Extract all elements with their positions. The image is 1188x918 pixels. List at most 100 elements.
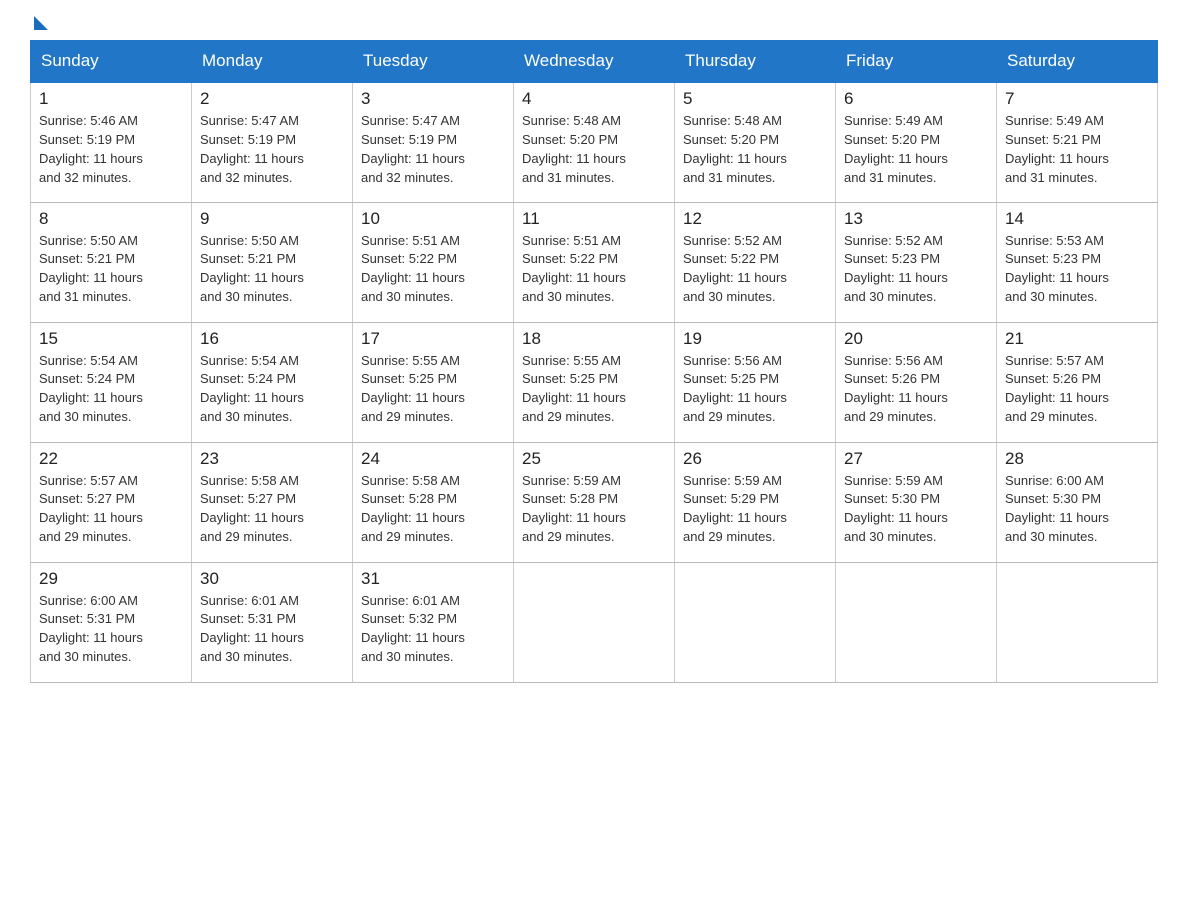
header-sunday: Sunday <box>31 41 192 83</box>
day-info: Sunrise: 5:54 AM Sunset: 5:24 PM Dayligh… <box>39 352 183 427</box>
day-info: Sunrise: 6:00 AM Sunset: 5:30 PM Dayligh… <box>1005 472 1149 547</box>
calendar-cell: 19 Sunrise: 5:56 AM Sunset: 5:25 PM Dayl… <box>675 322 836 442</box>
day-info: Sunrise: 5:56 AM Sunset: 5:25 PM Dayligh… <box>683 352 827 427</box>
header-thursday: Thursday <box>675 41 836 83</box>
day-number: 24 <box>361 449 505 469</box>
day-info: Sunrise: 5:50 AM Sunset: 5:21 PM Dayligh… <box>39 232 183 307</box>
calendar-week-row: 29 Sunrise: 6:00 AM Sunset: 5:31 PM Dayl… <box>31 562 1158 682</box>
day-info: Sunrise: 5:48 AM Sunset: 5:20 PM Dayligh… <box>683 112 827 187</box>
calendar-cell: 18 Sunrise: 5:55 AM Sunset: 5:25 PM Dayl… <box>514 322 675 442</box>
calendar-cell: 5 Sunrise: 5:48 AM Sunset: 5:20 PM Dayli… <box>675 82 836 202</box>
day-info: Sunrise: 5:54 AM Sunset: 5:24 PM Dayligh… <box>200 352 344 427</box>
calendar-cell: 11 Sunrise: 5:51 AM Sunset: 5:22 PM Dayl… <box>514 202 675 322</box>
header-saturday: Saturday <box>997 41 1158 83</box>
calendar-cell: 14 Sunrise: 5:53 AM Sunset: 5:23 PM Dayl… <box>997 202 1158 322</box>
day-number: 31 <box>361 569 505 589</box>
day-info: Sunrise: 5:58 AM Sunset: 5:28 PM Dayligh… <box>361 472 505 547</box>
day-number: 9 <box>200 209 344 229</box>
calendar-cell: 13 Sunrise: 5:52 AM Sunset: 5:23 PM Dayl… <box>836 202 997 322</box>
page-header <box>30 20 1158 30</box>
calendar-cell <box>836 562 997 682</box>
day-info: Sunrise: 5:55 AM Sunset: 5:25 PM Dayligh… <box>361 352 505 427</box>
day-info: Sunrise: 5:59 AM Sunset: 5:28 PM Dayligh… <box>522 472 666 547</box>
calendar-cell: 8 Sunrise: 5:50 AM Sunset: 5:21 PM Dayli… <box>31 202 192 322</box>
calendar-cell: 27 Sunrise: 5:59 AM Sunset: 5:30 PM Dayl… <box>836 442 997 562</box>
calendar-cell: 7 Sunrise: 5:49 AM Sunset: 5:21 PM Dayli… <box>997 82 1158 202</box>
day-number: 11 <box>522 209 666 229</box>
day-number: 17 <box>361 329 505 349</box>
calendar-cell: 22 Sunrise: 5:57 AM Sunset: 5:27 PM Dayl… <box>31 442 192 562</box>
header-monday: Monday <box>192 41 353 83</box>
day-number: 16 <box>200 329 344 349</box>
day-info: Sunrise: 5:57 AM Sunset: 5:27 PM Dayligh… <box>39 472 183 547</box>
calendar-cell: 21 Sunrise: 5:57 AM Sunset: 5:26 PM Dayl… <box>997 322 1158 442</box>
calendar-header-row: SundayMondayTuesdayWednesdayThursdayFrid… <box>31 41 1158 83</box>
day-number: 12 <box>683 209 827 229</box>
logo-triangle-icon <box>34 16 48 30</box>
day-number: 15 <box>39 329 183 349</box>
day-info: Sunrise: 5:52 AM Sunset: 5:22 PM Dayligh… <box>683 232 827 307</box>
day-info: Sunrise: 5:59 AM Sunset: 5:30 PM Dayligh… <box>844 472 988 547</box>
calendar-cell: 12 Sunrise: 5:52 AM Sunset: 5:22 PM Dayl… <box>675 202 836 322</box>
day-number: 30 <box>200 569 344 589</box>
calendar-cell: 10 Sunrise: 5:51 AM Sunset: 5:22 PM Dayl… <box>353 202 514 322</box>
day-info: Sunrise: 5:47 AM Sunset: 5:19 PM Dayligh… <box>361 112 505 187</box>
day-info: Sunrise: 5:49 AM Sunset: 5:21 PM Dayligh… <box>1005 112 1149 187</box>
calendar-cell: 1 Sunrise: 5:46 AM Sunset: 5:19 PM Dayli… <box>31 82 192 202</box>
day-info: Sunrise: 5:51 AM Sunset: 5:22 PM Dayligh… <box>361 232 505 307</box>
calendar-cell: 28 Sunrise: 6:00 AM Sunset: 5:30 PM Dayl… <box>997 442 1158 562</box>
day-info: Sunrise: 5:59 AM Sunset: 5:29 PM Dayligh… <box>683 472 827 547</box>
day-number: 27 <box>844 449 988 469</box>
calendar-cell: 15 Sunrise: 5:54 AM Sunset: 5:24 PM Dayl… <box>31 322 192 442</box>
calendar-cell: 30 Sunrise: 6:01 AM Sunset: 5:31 PM Dayl… <box>192 562 353 682</box>
calendar-table: SundayMondayTuesdayWednesdayThursdayFrid… <box>30 40 1158 683</box>
day-info: Sunrise: 5:58 AM Sunset: 5:27 PM Dayligh… <box>200 472 344 547</box>
day-info: Sunrise: 6:01 AM Sunset: 5:32 PM Dayligh… <box>361 592 505 667</box>
calendar-cell: 29 Sunrise: 6:00 AM Sunset: 5:31 PM Dayl… <box>31 562 192 682</box>
day-info: Sunrise: 5:49 AM Sunset: 5:20 PM Dayligh… <box>844 112 988 187</box>
day-number: 2 <box>200 89 344 109</box>
day-info: Sunrise: 5:48 AM Sunset: 5:20 PM Dayligh… <box>522 112 666 187</box>
day-info: Sunrise: 5:50 AM Sunset: 5:21 PM Dayligh… <box>200 232 344 307</box>
header-tuesday: Tuesday <box>353 41 514 83</box>
day-number: 1 <box>39 89 183 109</box>
logo <box>30 20 48 30</box>
day-number: 4 <box>522 89 666 109</box>
day-info: Sunrise: 6:00 AM Sunset: 5:31 PM Dayligh… <box>39 592 183 667</box>
calendar-cell: 3 Sunrise: 5:47 AM Sunset: 5:19 PM Dayli… <box>353 82 514 202</box>
header-wednesday: Wednesday <box>514 41 675 83</box>
calendar-cell <box>514 562 675 682</box>
day-info: Sunrise: 5:47 AM Sunset: 5:19 PM Dayligh… <box>200 112 344 187</box>
day-info: Sunrise: 5:57 AM Sunset: 5:26 PM Dayligh… <box>1005 352 1149 427</box>
calendar-cell: 4 Sunrise: 5:48 AM Sunset: 5:20 PM Dayli… <box>514 82 675 202</box>
day-number: 8 <box>39 209 183 229</box>
day-number: 20 <box>844 329 988 349</box>
day-info: Sunrise: 5:53 AM Sunset: 5:23 PM Dayligh… <box>1005 232 1149 307</box>
calendar-cell: 25 Sunrise: 5:59 AM Sunset: 5:28 PM Dayl… <box>514 442 675 562</box>
day-number: 19 <box>683 329 827 349</box>
calendar-cell: 26 Sunrise: 5:59 AM Sunset: 5:29 PM Dayl… <box>675 442 836 562</box>
day-number: 25 <box>522 449 666 469</box>
header-friday: Friday <box>836 41 997 83</box>
calendar-cell: 2 Sunrise: 5:47 AM Sunset: 5:19 PM Dayli… <box>192 82 353 202</box>
calendar-cell: 16 Sunrise: 5:54 AM Sunset: 5:24 PM Dayl… <box>192 322 353 442</box>
calendar-week-row: 1 Sunrise: 5:46 AM Sunset: 5:19 PM Dayli… <box>31 82 1158 202</box>
day-number: 28 <box>1005 449 1149 469</box>
day-number: 13 <box>844 209 988 229</box>
day-number: 23 <box>200 449 344 469</box>
day-info: Sunrise: 5:52 AM Sunset: 5:23 PM Dayligh… <box>844 232 988 307</box>
day-number: 29 <box>39 569 183 589</box>
calendar-cell: 6 Sunrise: 5:49 AM Sunset: 5:20 PM Dayli… <box>836 82 997 202</box>
day-info: Sunrise: 5:51 AM Sunset: 5:22 PM Dayligh… <box>522 232 666 307</box>
day-number: 22 <box>39 449 183 469</box>
calendar-cell: 20 Sunrise: 5:56 AM Sunset: 5:26 PM Dayl… <box>836 322 997 442</box>
calendar-week-row: 15 Sunrise: 5:54 AM Sunset: 5:24 PM Dayl… <box>31 322 1158 442</box>
calendar-cell: 9 Sunrise: 5:50 AM Sunset: 5:21 PM Dayli… <box>192 202 353 322</box>
day-number: 26 <box>683 449 827 469</box>
day-number: 10 <box>361 209 505 229</box>
calendar-week-row: 8 Sunrise: 5:50 AM Sunset: 5:21 PM Dayli… <box>31 202 1158 322</box>
day-number: 3 <box>361 89 505 109</box>
day-info: Sunrise: 6:01 AM Sunset: 5:31 PM Dayligh… <box>200 592 344 667</box>
day-info: Sunrise: 5:55 AM Sunset: 5:25 PM Dayligh… <box>522 352 666 427</box>
calendar-cell: 17 Sunrise: 5:55 AM Sunset: 5:25 PM Dayl… <box>353 322 514 442</box>
